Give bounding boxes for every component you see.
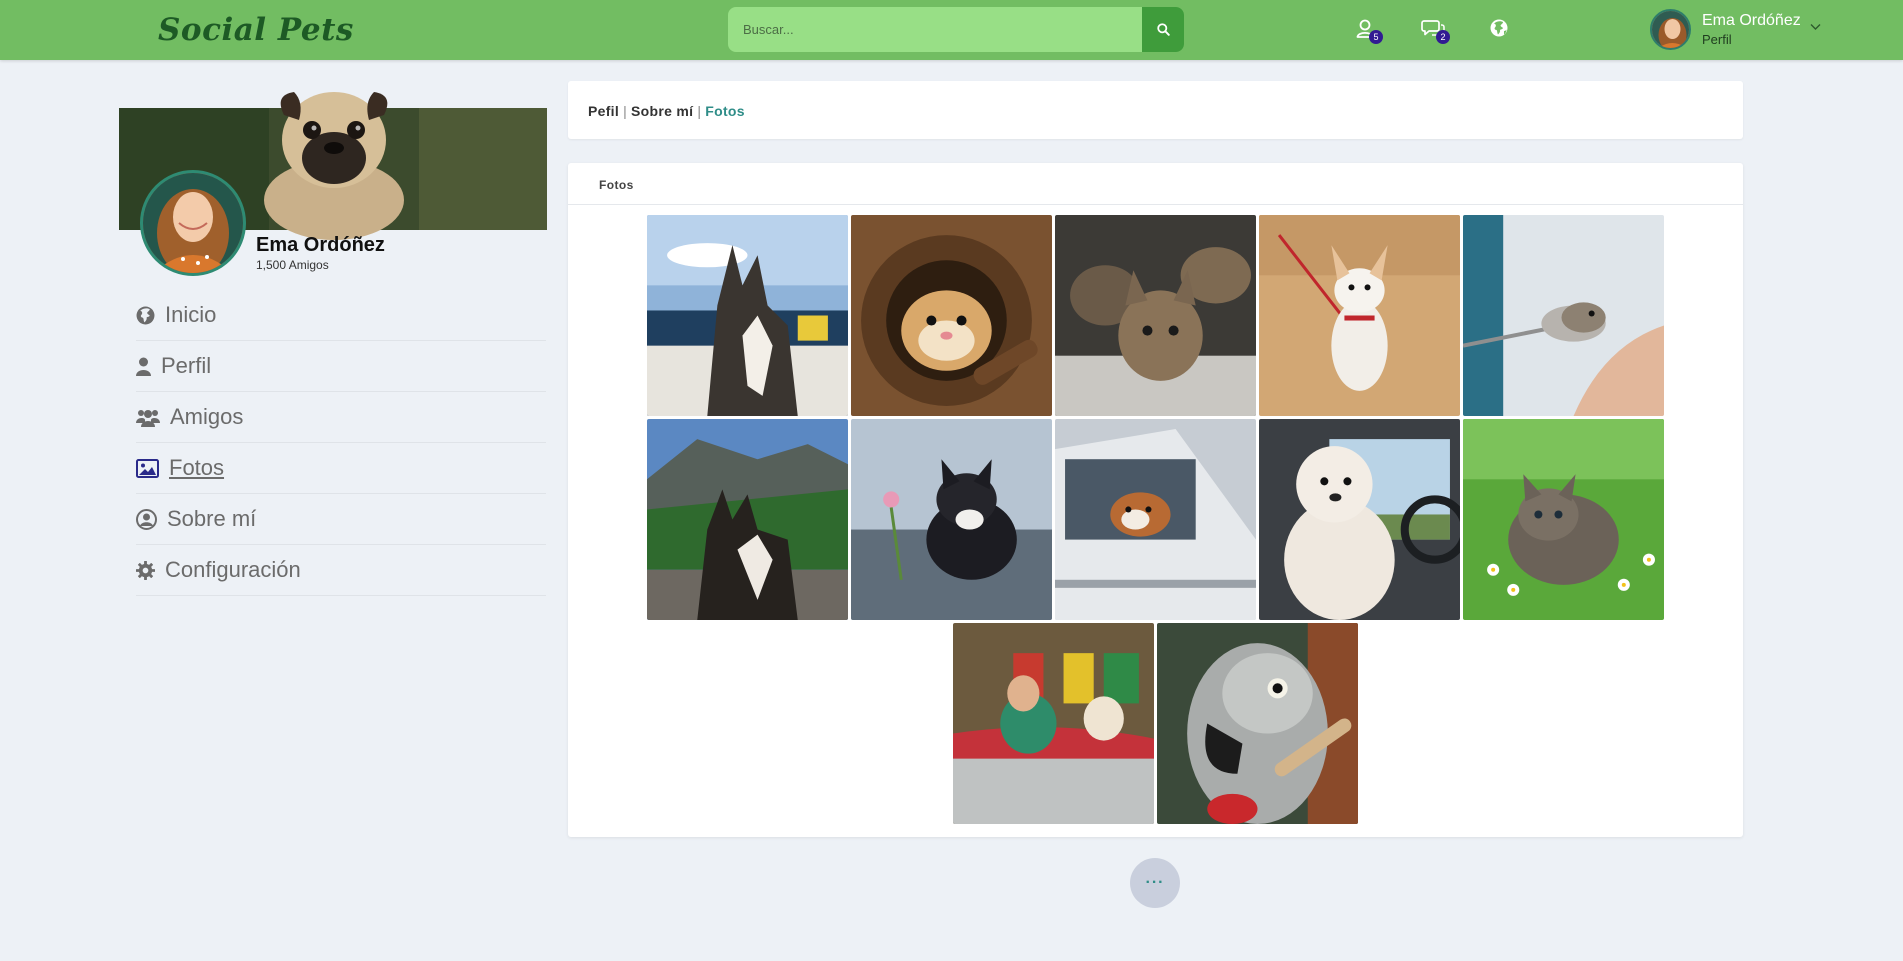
menu-item-label: Configuración: [165, 557, 301, 582]
photo-thumbnail-grey-parrot[interactable]: [1157, 623, 1358, 824]
messages-button[interactable]: 2: [1420, 16, 1450, 44]
globe-icon: [136, 306, 155, 324]
breadcrumb-item-fotos[interactable]: Fotos: [705, 103, 745, 119]
user-icon: [136, 357, 151, 376]
breadcrumb-separator: |: [623, 103, 628, 119]
chevron-down-icon: [1810, 24, 1821, 30]
menu-item-label: Amigos: [170, 404, 244, 429]
menu-item-label: Perfil: [161, 353, 212, 378]
photo-thumbnail-kittens[interactable]: [1055, 215, 1256, 416]
menu-item-inicio[interactable]: Inicio: [136, 290, 546, 341]
breadcrumb-item-perfil[interactable]: Pefil: [588, 103, 619, 119]
profile-friends-count[interactable]: 1,500 Amigos: [256, 258, 329, 272]
friend-requests-badge: 5: [1369, 30, 1383, 44]
menu-item-perfil[interactable]: Perfil: [136, 341, 546, 392]
user-name: Ema Ordóñez: [1702, 12, 1801, 29]
breadcrumb-separator: |: [697, 103, 702, 119]
profile-avatar[interactable]: [140, 170, 246, 276]
photo-thumbnail-husky-boat[interactable]: [647, 215, 848, 416]
user-circle-icon: [136, 508, 157, 530]
users-icon: [136, 409, 160, 427]
photo-thumbnail-poodle-car[interactable]: [1259, 419, 1460, 620]
photos-card: Fotos: [568, 163, 1743, 837]
breadcrumb: Pefil | Sobre mí | Fotos: [588, 103, 745, 119]
menu-item-sobre-mi[interactable]: Sobre mí: [136, 494, 546, 545]
photos-header: Fotos: [568, 163, 1743, 205]
notifications-button[interactable]: [1489, 16, 1517, 44]
friend-requests-button[interactable]: 5: [1353, 16, 1383, 44]
globe-icon: [1490, 19, 1508, 37]
menu-item-fotos[interactable]: Fotos: [136, 443, 546, 494]
breadcrumb-card: Pefil | Sobre mí | Fotos: [568, 81, 1743, 139]
photo-thumbnail-kitten-grass[interactable]: [1463, 419, 1664, 620]
messages-badge: 2: [1436, 30, 1450, 44]
breadcrumb-item-sobre-mi[interactable]: Sobre mí: [631, 103, 693, 119]
photo-thumbnail-bulldog-car[interactable]: [1055, 419, 1256, 620]
photo-thumbnail-woman-dog-car[interactable]: [953, 623, 1154, 824]
menu-item-label: Sobre mí: [167, 506, 257, 531]
photo-thumbnail-hamster-spoon[interactable]: [1463, 215, 1664, 416]
photo-thumbnail-hamster-coconut[interactable]: [851, 215, 1052, 416]
load-more-button[interactable]: ···: [1130, 858, 1180, 908]
user-menu[interactable]: Ema Ordóñez Perfil: [1650, 9, 1830, 51]
user-avatar: [1650, 9, 1691, 50]
photos-title: Fotos: [599, 178, 634, 192]
photo-thumbnail-dog-sand[interactable]: [1259, 215, 1460, 416]
profile-name: Ema Ordóñez: [256, 234, 385, 256]
menu-item-configuracion[interactable]: Configuración: [136, 545, 546, 596]
photo-thumbnail-kitten-flower[interactable]: [851, 419, 1052, 620]
menu-item-label: Inicio: [165, 302, 217, 327]
photo-thumbnail-husky-mountains[interactable]: [647, 419, 848, 620]
app-logo[interactable]: Social Pets: [158, 12, 354, 48]
profile-menu: Inicio Perfil Amigos Fotos Sobre mí Conf…: [136, 290, 546, 596]
menu-item-amigos[interactable]: Amigos: [136, 392, 546, 443]
menu-item-label: Fotos: [169, 455, 225, 480]
image-icon: [136, 458, 159, 478]
search-bar: [728, 7, 1184, 52]
top-navbar: Social Pets 5 2: [0, 0, 1903, 60]
user-subtitle: Perfil: [1702, 32, 1732, 47]
search-button[interactable]: [1142, 7, 1184, 52]
gear-icon: [136, 560, 155, 580]
search-icon: [1156, 23, 1170, 36]
search-input[interactable]: [728, 7, 1142, 52]
